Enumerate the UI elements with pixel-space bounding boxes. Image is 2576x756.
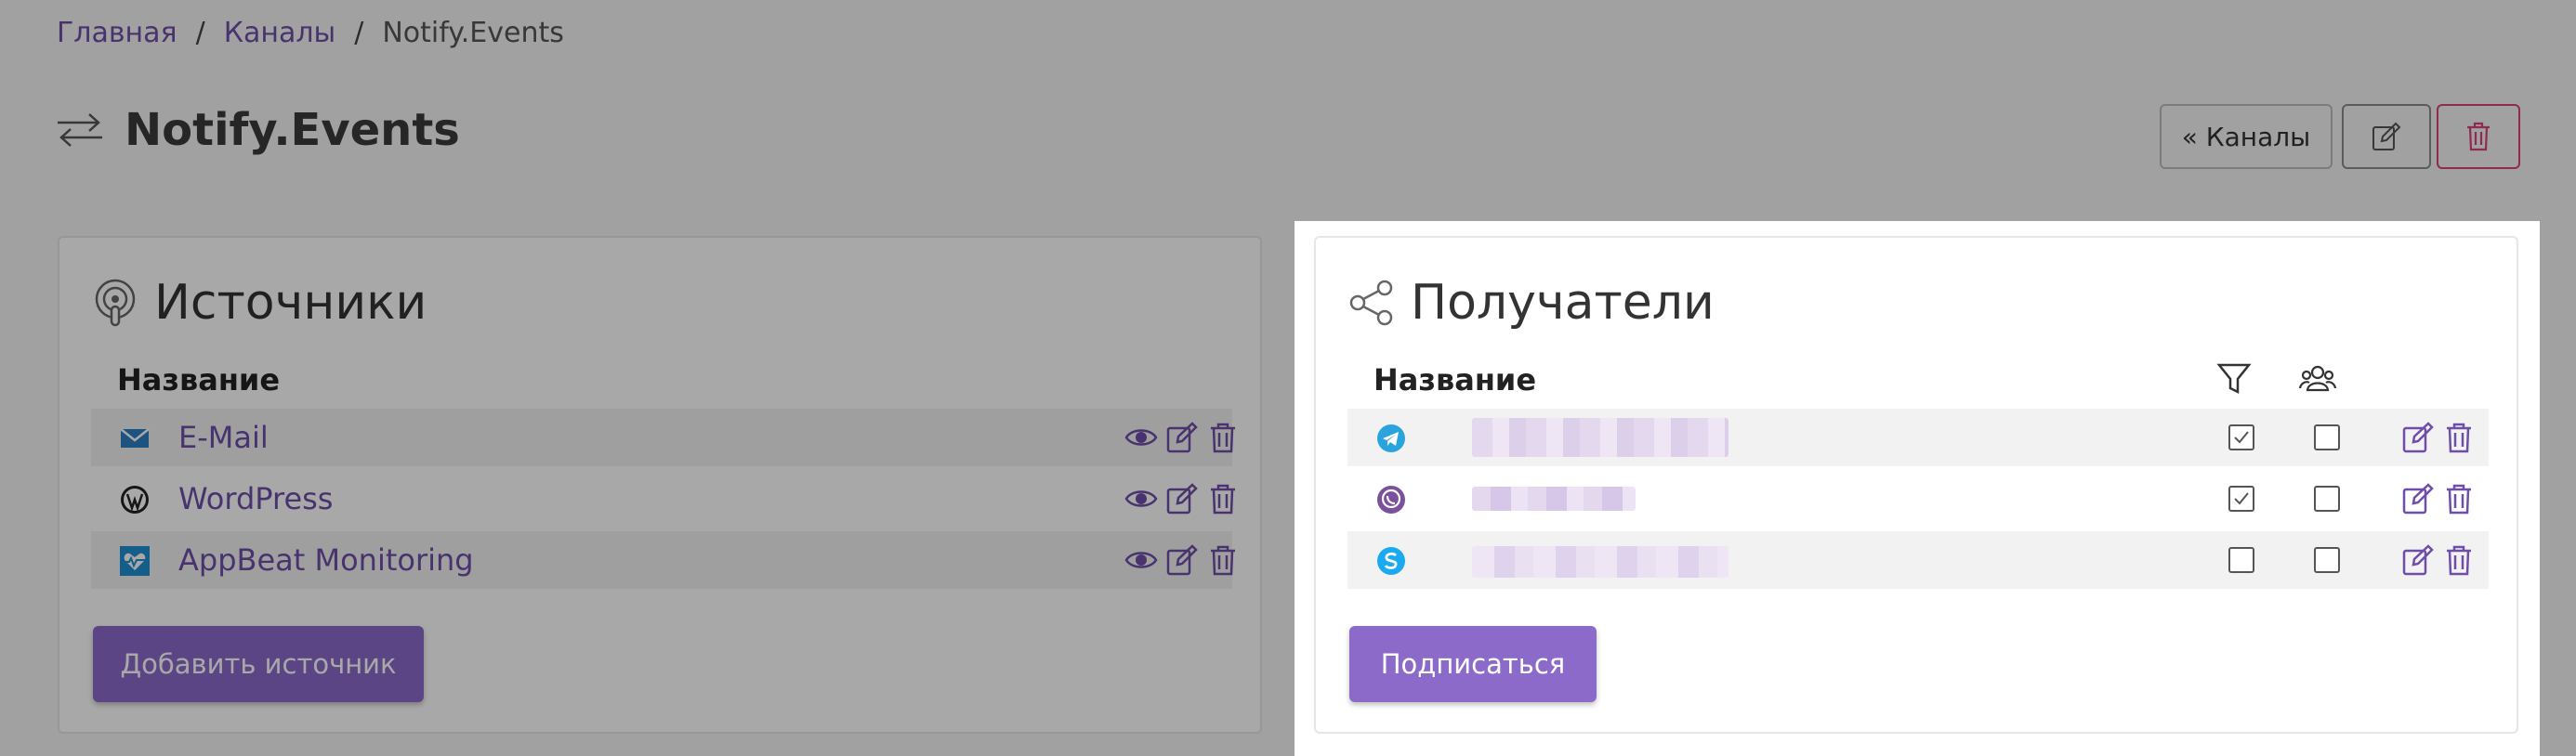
recipients-header: Получатели: [1347, 275, 1715, 331]
breadcrumb: Главная / Каналы / Notify.Events: [57, 17, 564, 49]
recipient-actions: [2401, 421, 2476, 454]
filter-icon: [2216, 363, 2252, 395]
recipient-name-redacted: [1472, 418, 1728, 457]
edit-icon: [2372, 122, 2401, 150]
recipients-title: Получатели: [1411, 275, 1715, 331]
group-icon: [2299, 365, 2336, 392]
check-icon: [2234, 431, 2249, 444]
recipient-row: [1347, 531, 2489, 589]
page-title: Notify.Events: [125, 104, 460, 156]
sources-panel: Источники Название E-Mail WordPress AppB…: [58, 236, 1262, 734]
source-actions: [1124, 482, 1240, 515]
source-row: AppBeat Monitoring: [91, 531, 1235, 589]
trash-icon[interactable]: [2442, 482, 2476, 515]
source-actions: [1124, 543, 1240, 577]
add-source-button[interactable]: Добавить источник: [93, 626, 424, 702]
breadcrumb-channels[interactable]: Каналы: [224, 17, 336, 49]
breadcrumb-current: Notify.Events: [382, 17, 564, 49]
view-icon[interactable]: [1124, 543, 1158, 577]
trash-icon[interactable]: [2442, 543, 2476, 577]
back-to-channels-button[interactable]: « Каналы: [2160, 104, 2333, 169]
recipients-panel: Получатели Название Подписаться: [1314, 236, 2518, 734]
podcast-icon: [95, 279, 136, 327]
source-row: WordPress: [91, 470, 1235, 528]
edit-icon[interactable]: [1165, 421, 1199, 454]
recipient-name-redacted: [1472, 546, 1728, 578]
telegram-icon: [1377, 424, 1405, 452]
edit-icon[interactable]: [1165, 543, 1199, 577]
group-checkbox[interactable]: [2314, 486, 2340, 512]
edit-icon[interactable]: [2401, 543, 2435, 577]
breadcrumb-home[interactable]: Главная: [57, 17, 177, 49]
source-name[interactable]: WordPress: [178, 481, 333, 516]
group-checkbox[interactable]: [2314, 424, 2340, 450]
email-icon: [120, 428, 150, 448]
exchange-icon: [58, 113, 102, 147]
appbeat-icon: [120, 546, 150, 576]
recipient-row: [1347, 470, 2489, 528]
sources-header: Источники: [91, 275, 427, 331]
view-icon[interactable]: [1124, 421, 1158, 454]
edit-icon[interactable]: [2401, 482, 2435, 515]
filter-checkbox[interactable]: [2228, 547, 2254, 573]
viber-icon: [1377, 486, 1405, 514]
edit-icon[interactable]: [2401, 421, 2435, 454]
recipient-actions: [2401, 543, 2476, 577]
delete-channel-button[interactable]: [2437, 104, 2520, 169]
sources-column-name: Название: [117, 362, 281, 398]
source-name[interactable]: E-Mail: [178, 420, 269, 455]
source-name[interactable]: AppBeat Monitoring: [178, 542, 474, 578]
wordpress-icon: [121, 486, 149, 514]
trash-icon[interactable]: [1206, 543, 1240, 577]
trash-icon: [2467, 122, 2490, 151]
trash-icon[interactable]: [1206, 482, 1240, 515]
skype-icon: [1377, 547, 1405, 575]
recipients-column-name: Название: [1373, 362, 1537, 398]
subscribe-button[interactable]: Подписаться: [1349, 626, 1597, 702]
source-actions: [1124, 421, 1240, 454]
source-row: E-Mail: [91, 409, 1235, 466]
view-icon[interactable]: [1124, 482, 1158, 515]
breadcrumb-separator: /: [354, 17, 364, 49]
page-header: Notify.Events: [54, 104, 460, 156]
recipient-row: [1347, 409, 2489, 466]
recipient-name-redacted: [1472, 487, 1636, 511]
edit-channel-button[interactable]: [2342, 104, 2431, 169]
recipient-actions: [2401, 482, 2476, 515]
trash-icon[interactable]: [2442, 421, 2476, 454]
group-checkbox[interactable]: [2314, 547, 2340, 573]
sources-title: Источники: [154, 275, 427, 331]
filter-checkbox[interactable]: [2228, 486, 2254, 512]
breadcrumb-separator: /: [195, 17, 205, 49]
edit-icon[interactable]: [1165, 482, 1199, 515]
filter-checkbox[interactable]: [2228, 424, 2254, 450]
share-icon: [1349, 280, 1393, 326]
check-icon: [2234, 492, 2249, 505]
trash-icon[interactable]: [1206, 421, 1240, 454]
